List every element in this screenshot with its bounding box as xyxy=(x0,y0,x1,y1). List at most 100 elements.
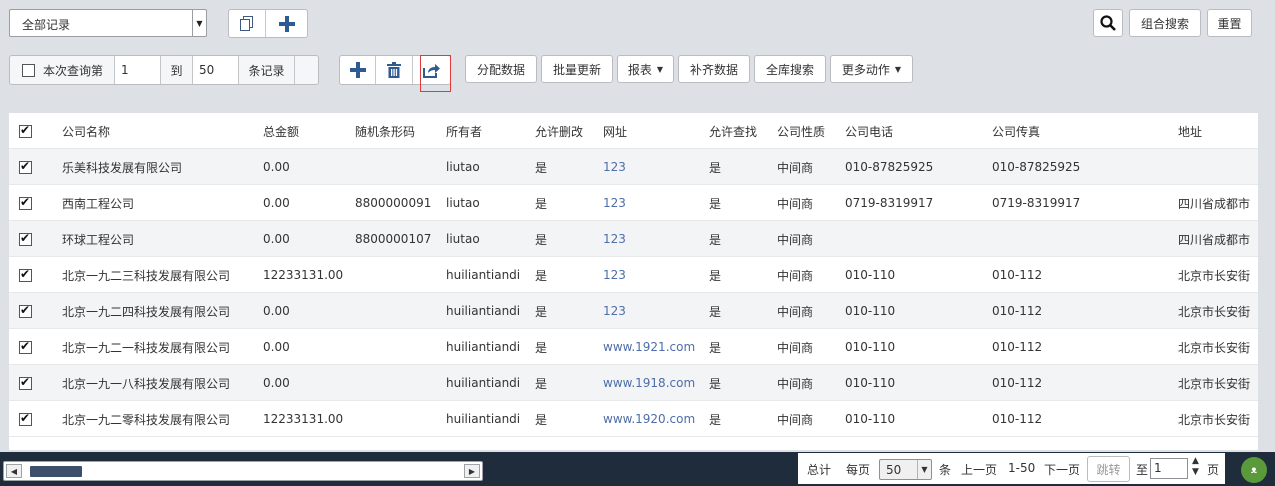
cell-company-fax: 010-112 xyxy=(992,412,1043,426)
page-stepper-icon[interactable]: ▲ ▼ xyxy=(1192,456,1199,478)
page-number-value: 1 xyxy=(1154,461,1162,475)
column-header-company-type[interactable]: 公司性质 xyxy=(777,113,825,149)
table-row[interactable]: 西南工程公司 0.00 8800000091 liutao 是 123 是 中间商 0719-8… xyxy=(9,185,1258,221)
cell-website[interactable]: 123 xyxy=(603,149,626,185)
jump-button[interactable]: 跳转 xyxy=(1087,456,1130,482)
cell-website[interactable]: 123 xyxy=(603,221,626,257)
more-actions-button[interactable]: 更多动作 ▼ xyxy=(830,55,913,83)
cell-company-type: 中间商 xyxy=(777,304,814,319)
cell-total-amount: 0.00 xyxy=(263,196,290,210)
cell-company-type: 中间商 xyxy=(777,412,814,427)
per-page-select[interactable]: 50 ▼ xyxy=(879,459,932,480)
cell-company-fax: 010-112 xyxy=(992,340,1043,354)
scroll-left-icon[interactable]: ◀ xyxy=(6,464,22,478)
column-header-company-phone[interactable]: 公司电话 xyxy=(845,113,893,149)
range-checkbox[interactable] xyxy=(22,63,35,77)
column-header-owner[interactable]: 所有者 xyxy=(446,113,482,149)
cell-company-name: 乐美科技发展有限公司 xyxy=(62,160,183,175)
delete-button[interactable] xyxy=(376,56,413,84)
record-filter-select[interactable]: 全部记录 ▼ xyxy=(9,9,207,37)
row-checkbox[interactable] xyxy=(19,339,32,354)
cell-website[interactable]: 123 xyxy=(603,185,626,221)
column-header-allow-edit[interactable]: 允许删改 xyxy=(535,113,583,149)
row-checkbox[interactable] xyxy=(19,231,32,246)
cell-company-name: 北京一九二一科技发展有限公司 xyxy=(62,340,231,355)
cell-allow-search: 是 xyxy=(709,340,722,355)
select-all-checkbox[interactable] xyxy=(19,123,32,138)
cell-website[interactable]: 123 xyxy=(603,293,626,329)
cell-company-phone: 010-87825925 xyxy=(845,160,934,174)
reset-button[interactable]: 重置 xyxy=(1207,9,1252,37)
full-search-button[interactable]: 全库搜索 xyxy=(754,55,826,83)
table-row[interactable]: 北京一九一八科技发展有限公司 0.00 huiliantiandi 是 www.1918… xyxy=(9,365,1258,401)
range-to-input[interactable]: 50 xyxy=(193,56,239,84)
cell-address: 北京市长安街 xyxy=(1178,304,1251,319)
add-top-button[interactable] xyxy=(266,10,307,37)
prev-page-link[interactable]: 上一页 xyxy=(961,461,997,478)
batch-update-button[interactable]: 批量更新 xyxy=(541,55,613,83)
complete-data-button[interactable]: 补齐数据 xyxy=(678,55,750,83)
range-from-input[interactable]: 1 xyxy=(115,56,161,84)
cell-company-fax: 010-112 xyxy=(992,376,1043,390)
scroll-right-icon[interactable]: ▶ xyxy=(464,464,480,478)
cell-website[interactable]: 123 xyxy=(603,257,626,293)
cell-allow-edit: 是 xyxy=(535,340,548,355)
table-row[interactable]: 环球工程公司 0.00 8800000107 liutao 是 123 是 中间商 四川省成都市 xyxy=(9,221,1258,257)
cell-allow-edit: 是 xyxy=(535,196,548,211)
pager-total: 总计 xyxy=(807,463,832,477)
cell-allow-search: 是 xyxy=(709,196,722,211)
row-checkbox[interactable] xyxy=(19,195,32,210)
table-header-row: 公司名称 总金额 随机条形码所有者 允许删改网址 允许查找公司性质公司电话 公司传真 地址 xyxy=(9,113,1258,149)
cell-company-fax: 010-112 xyxy=(992,268,1043,282)
column-header-company-fax[interactable]: 公司传真 xyxy=(992,113,1040,149)
scroll-thumb[interactable] xyxy=(30,466,82,477)
row-checkbox[interactable] xyxy=(19,159,32,174)
table-row[interactable]: 北京一九二一科技发展有限公司 0.00 huiliantiandi 是 www.1921… xyxy=(9,329,1258,365)
range-label: 本次查询第 xyxy=(10,56,115,84)
cell-company-fax: 0719-8319917 xyxy=(992,196,1081,210)
cell-owner: huiliantiandi xyxy=(446,304,521,318)
search-icon xyxy=(1100,15,1116,31)
pager-page-unit: 页 xyxy=(1207,463,1220,477)
row-checkbox[interactable] xyxy=(19,411,32,426)
combined-search-button[interactable]: 组合搜索 xyxy=(1129,9,1201,37)
report-button[interactable]: 报表 ▼ xyxy=(617,55,674,83)
row-checkbox[interactable] xyxy=(19,267,32,282)
copy-button[interactable] xyxy=(229,10,267,37)
row-checkbox[interactable] xyxy=(19,375,32,390)
data-table: 公司名称 总金额 随机条形码所有者 允许删改网址 允许查找公司性质公司电话 公司传真 地址乐… xyxy=(9,113,1258,450)
export-button[interactable] xyxy=(413,56,450,84)
cell-owner: huiliantiandi xyxy=(446,340,521,354)
table-row[interactable]: 乐美科技发展有限公司 0.00 liutao 是 123 是 中间商 010-87825925… xyxy=(9,149,1258,185)
search-button[interactable] xyxy=(1093,9,1123,37)
cell-company-name: 北京一九一八科技发展有限公司 xyxy=(62,376,231,391)
table-row[interactable]: 北京一九二三科技发展有限公司 12233131.00 huiliantiandi 是 1… xyxy=(9,257,1258,293)
cell-website[interactable]: www.1920.com xyxy=(603,401,695,437)
cell-allow-search: 是 xyxy=(709,412,722,427)
header-checkbox-cell xyxy=(19,113,32,149)
cell-website[interactable]: www.1918.com xyxy=(603,365,695,401)
add-row-button[interactable] xyxy=(340,56,377,84)
assign-data-button[interactable]: 分配数据 xyxy=(465,55,537,83)
row-checkbox[interactable] xyxy=(19,303,32,318)
horizontal-scrollbar[interactable]: ◀ ▶ xyxy=(3,461,483,481)
cell-address: 北京市长安街 xyxy=(1178,340,1251,355)
next-page-link[interactable]: 下一页 xyxy=(1044,461,1080,478)
range-to-label: 到 xyxy=(161,56,193,84)
column-header-address[interactable]: 地址 xyxy=(1178,113,1202,149)
cell-website[interactable]: www.1921.com xyxy=(603,329,695,365)
column-header-website[interactable]: 网址 xyxy=(603,113,627,149)
cell-allow-edit: 是 xyxy=(535,268,548,283)
table-row[interactable]: 北京一九二零科技发展有限公司12233131.00huiliantiandi是w… xyxy=(9,401,1258,437)
query-range: 本次查询第 1 到 50 条记录 xyxy=(9,55,319,85)
cell-allow-edit: 是 xyxy=(535,412,548,427)
column-header-allow-search[interactable]: 允许查找 xyxy=(709,113,757,149)
page-number-input[interactable]: 1 xyxy=(1150,458,1188,479)
row-checkbox-cell xyxy=(19,365,32,401)
table-row[interactable]: 北京一九二四科技发展有限公司 0.00 huiliantiandi 是 123 是 中间商 0… xyxy=(9,293,1258,329)
row-actions-group xyxy=(339,55,451,85)
column-header-company-name[interactable]: 公司名称 xyxy=(62,113,110,149)
column-header-barcode[interactable]: 随机条形码 xyxy=(355,113,415,149)
column-header-total-amount[interactable]: 总金额 xyxy=(263,113,299,149)
plus-icon xyxy=(278,15,295,32)
